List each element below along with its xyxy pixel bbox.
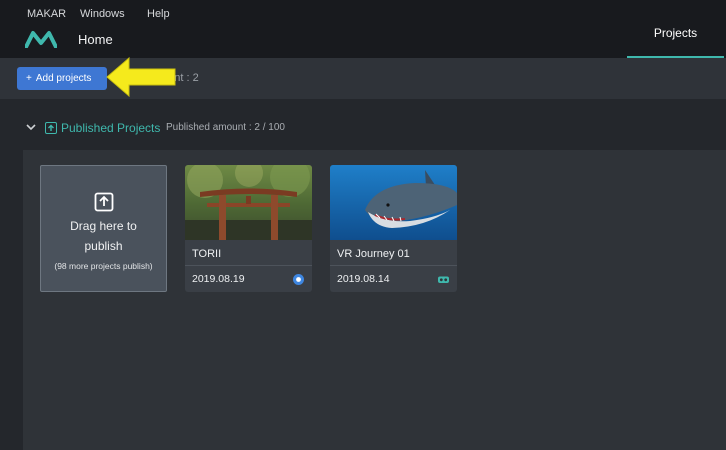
app-header: MAKAR Windows Help Home Projects	[0, 0, 726, 58]
published-projects-panel: Drag here to publish (98 more projects p…	[23, 150, 726, 450]
drop-zone-title: Drag here to	[70, 219, 137, 233]
tab-projects[interactable]: Projects	[627, 0, 724, 58]
makar-logo-icon[interactable]	[25, 30, 57, 48]
annotation-arrow-icon	[106, 56, 176, 98]
project-name: VR Journey 01	[337, 248, 410, 260]
home-link[interactable]: Home	[78, 32, 113, 47]
published-amount: Published amount : 2 / 100	[166, 122, 285, 133]
project-card[interactable]: VR Journey 01 2019.08.14	[330, 165, 457, 292]
drop-zone-title-2: publish	[84, 239, 123, 253]
ar-icon	[293, 274, 304, 285]
tab-projects-label: Projects	[653, 26, 698, 40]
menu-help[interactable]: Help	[147, 8, 170, 20]
menu-windows[interactable]: Windows	[80, 8, 125, 20]
add-projects-button[interactable]: + Add projects	[17, 67, 107, 90]
card-divider	[185, 265, 312, 266]
upload-box-icon	[45, 122, 57, 134]
vr-headset-icon	[438, 276, 449, 283]
add-projects-label: Add projects	[35, 73, 92, 84]
project-name: TORII	[192, 248, 222, 260]
menu-makar[interactable]: MAKAR	[27, 8, 66, 20]
drop-zone-note: (98 more projects publish)	[54, 261, 153, 271]
publish-drop-zone[interactable]: Drag here to publish (98 more projects p…	[40, 165, 167, 292]
upload-icon	[94, 192, 114, 212]
project-date: 2019.08.14	[337, 273, 390, 285]
plus-icon: +	[26, 73, 32, 84]
project-thumbnail-vr-journey	[330, 165, 457, 240]
project-thumbnail-torii	[185, 165, 312, 240]
published-projects-title: Published Projects	[61, 121, 161, 135]
card-divider	[330, 265, 457, 266]
project-card[interactable]: TORII 2019.08.19	[185, 165, 312, 292]
chevron-down-icon[interactable]	[26, 122, 36, 132]
project-date: 2019.08.19	[192, 273, 245, 285]
